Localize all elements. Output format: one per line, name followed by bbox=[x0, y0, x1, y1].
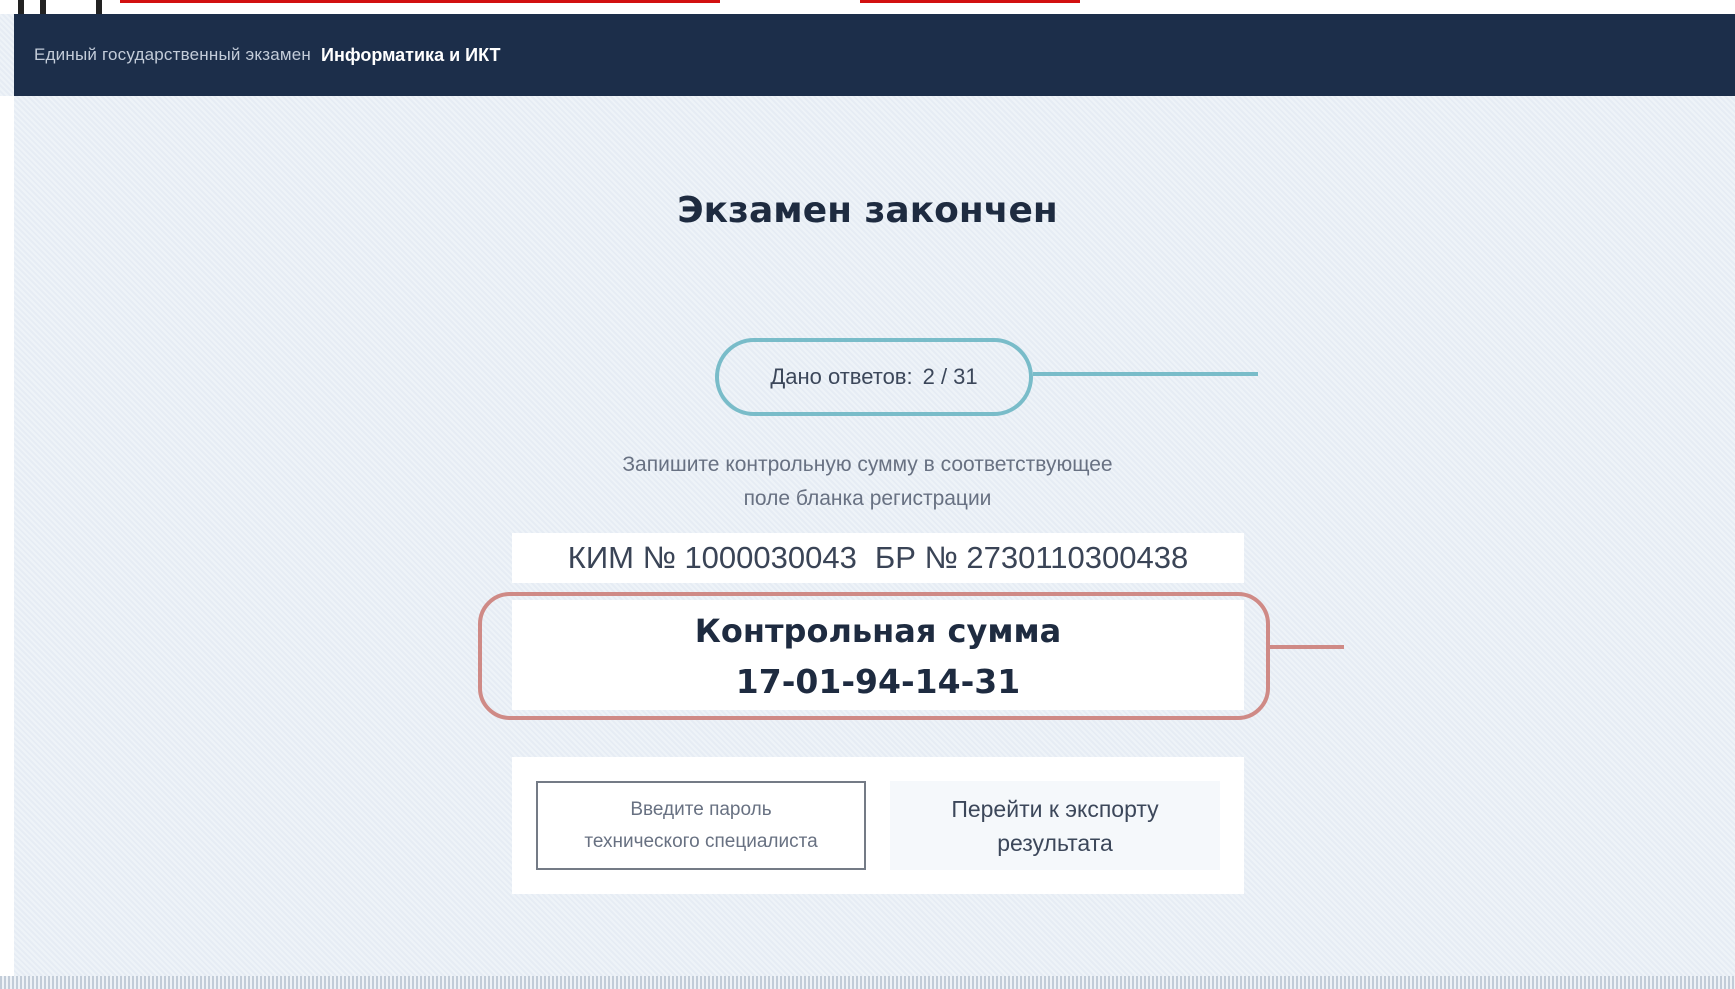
br-number: БР № 2730110300438 bbox=[874, 540, 1189, 575]
button-label-line: Перейти к экспорту bbox=[951, 795, 1159, 822]
answers-callout-line bbox=[1033, 372, 1258, 376]
page-title: Экзамен закончен bbox=[677, 190, 1058, 231]
answers-count-label: Дано ответов: bbox=[770, 364, 913, 389]
button-label-line: Введите пароль bbox=[630, 798, 772, 820]
decoration-mark bbox=[40, 0, 46, 14]
exam-type-label: Единый государственный экзамен bbox=[34, 45, 312, 64]
checksum-value: 17-01-94-14-31 bbox=[735, 662, 1021, 701]
checksum-title: Контрольная сумма bbox=[694, 612, 1062, 650]
instruction-line: поле бланка регистрации bbox=[743, 487, 992, 510]
subject-label: Информатика и ИКТ bbox=[321, 44, 501, 65]
top-strip bbox=[0, 0, 1735, 14]
instruction-line: Запишите контрольную сумму в соответству… bbox=[622, 453, 1113, 476]
tech-password-button[interactable]: Введите пароль технического специалиста bbox=[536, 781, 866, 870]
checksum-callout-line bbox=[1270, 645, 1344, 649]
exam-finished-screen: Единый государственный экзамен Информати… bbox=[0, 0, 1735, 989]
ids-box: КИМ № 1000030043 БР № 2730110300438 bbox=[512, 533, 1244, 583]
button-label-line: результата bbox=[997, 829, 1113, 856]
app-header: Единый государственный экзамен Информати… bbox=[14, 14, 1735, 96]
answers-count-highlight: Дано ответов: 2 / 31 bbox=[715, 338, 1033, 416]
red-annotation-line bbox=[120, 0, 720, 3]
button-label-line: технического специалиста bbox=[584, 830, 818, 852]
decoration-mark bbox=[96, 0, 102, 14]
kim-number: КИМ № 1000030043 bbox=[567, 540, 857, 575]
answers-count-value: 2 / 31 bbox=[922, 364, 978, 389]
decoration-mark bbox=[18, 0, 24, 14]
checksum-instruction: Запишите контрольную сумму в соответству… bbox=[0, 448, 1735, 516]
red-annotation-line bbox=[860, 0, 1080, 3]
bottom-dotted-border bbox=[0, 976, 1735, 989]
export-results-button[interactable]: Перейти к экспорту результата bbox=[890, 781, 1220, 870]
